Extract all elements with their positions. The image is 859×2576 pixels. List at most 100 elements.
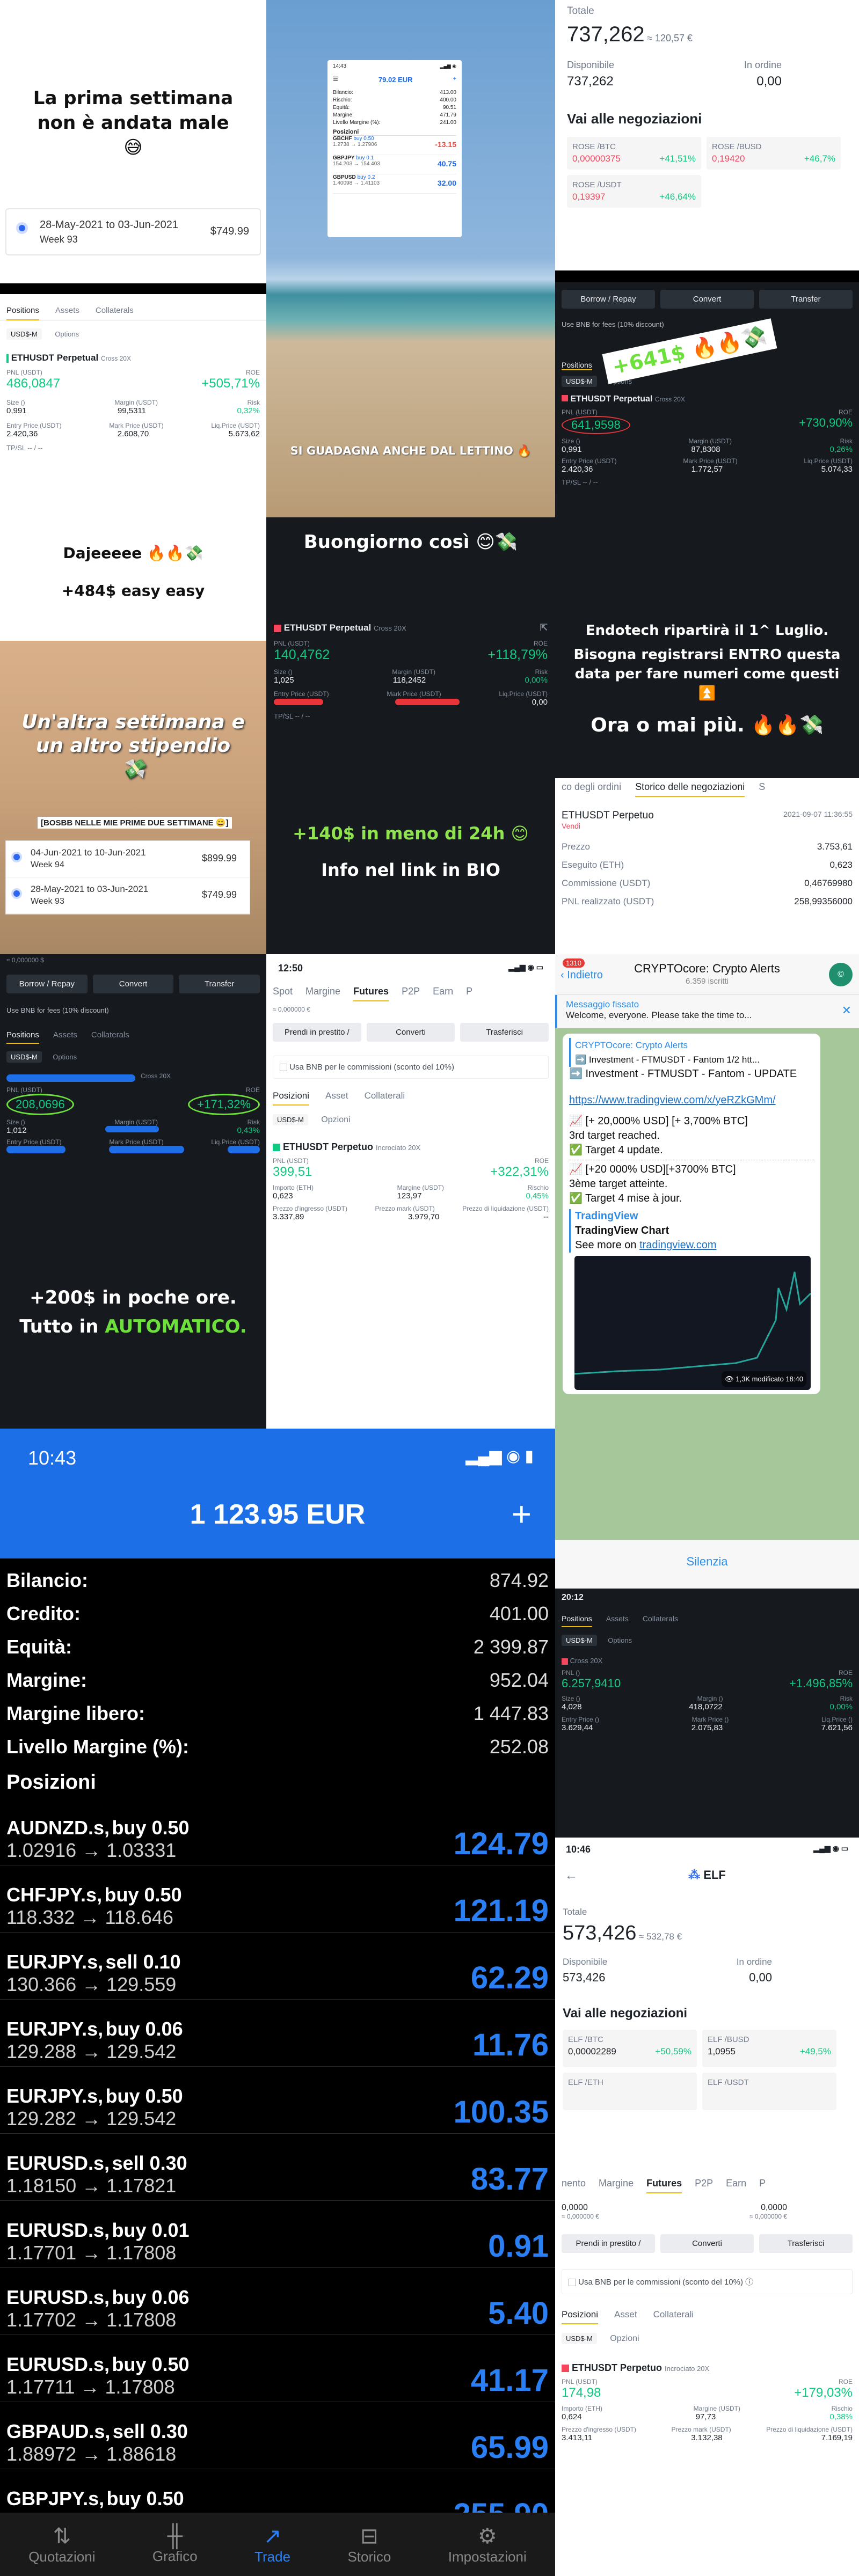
position-row[interactable]: EURUSD.s, buy 0.01 1.17701 → 1.17808 0.91 bbox=[0, 2201, 555, 2268]
detail-row: Prezzo 3.753,61 bbox=[562, 841, 853, 852]
tab-trade-history[interactable]: Storico delle negoziazioni bbox=[635, 781, 745, 797]
nav-history[interactable]: ⊟ Storico bbox=[347, 2524, 391, 2565]
week-range: 28-May-2021 to 03-Jun-2021 bbox=[40, 219, 178, 231]
nav-trade[interactable]: ↗ Trade bbox=[254, 2524, 290, 2565]
hamburger-icon[interactable]: ☰ bbox=[333, 76, 338, 83]
pinned-message[interactable]: Messaggio fissato Welcome, everyone. Ple… bbox=[555, 995, 859, 1028]
week-card[interactable]: 04-Jun-2021 to 10-Jun-2021 Week 94 $899.99 bbox=[6, 841, 250, 877]
position-row[interactable]: GBPUSD buy 0.2 1.40098 → 1.41103 32.00 bbox=[333, 174, 456, 194]
roe: +118,79% bbox=[487, 647, 548, 662]
caption: La prima settimana non è andata male 😅 bbox=[33, 87, 234, 158]
week-card[interactable]: 28-May-2021 to 03-Jun-2021 Week 93 $749.… bbox=[5, 208, 261, 255]
detail-row: PNL realizzato (USDT) 258,99356000 bbox=[562, 896, 853, 906]
balance: 1 123.95 EUR bbox=[190, 1499, 366, 1530]
pnl: 208,0696 bbox=[6, 1094, 74, 1115]
phone-screen: 14:43 ▂▄▆ ◉ ☰ 79.02 EUR + Bilancio: 413.00 Ri… bbox=[327, 60, 462, 237]
tile-beach: 14:43 ▂▄▆ ◉ ☰ 79.02 EUR + Bilancio: 413.00 Ri… bbox=[266, 0, 555, 517]
position-row[interactable]: GBPAUD.s, sell 0.30 1.88972 → 1.88618 65.9… bbox=[0, 2402, 555, 2469]
tile-641: Borrow / Repay Convert Transfer Use BNB … bbox=[555, 282, 859, 553]
roe: +171,32% bbox=[188, 1094, 260, 1115]
mute-button[interactable]: Silenzia bbox=[686, 1555, 727, 1568]
account-row: Margine: 471.79 bbox=[333, 112, 456, 118]
account-row: Livello Margine (%): 252.08 bbox=[6, 1736, 549, 1758]
account-row: Margine libero: 1 447.83 bbox=[6, 1702, 549, 1724]
convert-button[interactable]: Convert bbox=[660, 290, 754, 309]
position-row[interactable]: EURJPY.s, buy 0.50 129.282 → 129.542 100.3… bbox=[0, 2067, 555, 2134]
plus-icon[interactable]: + bbox=[453, 76, 456, 82]
tab-assets[interactable]: Assets bbox=[55, 306, 79, 320]
transfer-button[interactable]: Transfer bbox=[759, 290, 853, 309]
tile-endotech: Endotech ripartirà il 1^ Luglio. Bisogna… bbox=[555, 553, 859, 778]
pair-card[interactable]: ROSE /USDT 0,19397 +46,64% bbox=[567, 175, 701, 208]
radio-icon bbox=[11, 888, 22, 899]
chart-preview bbox=[574, 1271, 812, 1375]
detail-row: Eseguito (ETH) 0,623 bbox=[562, 860, 853, 870]
checkbox[interactable] bbox=[280, 1064, 287, 1072]
account-row: Margine: 952.04 bbox=[6, 1669, 549, 1691]
redaction bbox=[274, 699, 323, 705]
tray-icon: ⊟ bbox=[360, 2524, 378, 2548]
account-row: Livello Margine (%): 241.00 bbox=[333, 120, 456, 126]
candles-icon: ╫ bbox=[167, 2524, 183, 2548]
chart-thumbnail[interactable]: 👁 1,3K modificato 18:40 bbox=[574, 1256, 812, 1390]
checkbox[interactable] bbox=[569, 2279, 576, 2287]
pair-card[interactable]: ELF /BTC 0,00002289 +50,59% bbox=[563, 2030, 697, 2067]
positions-list: GBCHF buy 0.50 1.2738 → 1.27906 -13.15 GBPJ… bbox=[333, 136, 456, 194]
pair-card[interactable]: ROSE /BTC 0,00000375 +41,51% bbox=[567, 137, 701, 170]
position-row[interactable]: AUDNZD.s, buy 0.50 1.02916 → 1.03331 124.7… bbox=[0, 1798, 555, 1865]
tab-futures[interactable]: Futures bbox=[353, 986, 389, 1001]
close-icon[interactable]: ✕ bbox=[842, 1004, 851, 1018]
pair-card[interactable]: ELF /USDT bbox=[702, 2073, 836, 2110]
position-row[interactable]: GBPJPY buy 0.1 154.203 → 154.403 40.75 bbox=[333, 155, 456, 174]
position-row[interactable]: GBCHF buy 0.50 1.2738 → 1.27906 -13.15 bbox=[333, 136, 456, 155]
account-row: Credito: 401.00 bbox=[6, 1602, 549, 1624]
pnl: 6.257,9410 bbox=[562, 1677, 621, 1690]
position-row[interactable]: EURUSD.s, buy 0.06 1.17702 → 1.17808 5.40 bbox=[0, 2268, 555, 2335]
borrow-repay-button[interactable]: Borrow / Repay bbox=[562, 290, 655, 309]
pair-card[interactable]: ELF /BUSD 1,0955 +49,5% bbox=[702, 2030, 836, 2067]
tile-6257: 20:12 Positions Assets Collaterals USD$-M … bbox=[555, 1589, 859, 1838]
tile-buongiorno: Buongiorno così 😊💸 ETHUSDT Perpetual Cro… bbox=[266, 517, 555, 954]
plus-icon[interactable]: + bbox=[512, 1494, 532, 1534]
nav-chart[interactable]: ╫ Grafico bbox=[152, 2524, 198, 2565]
nav-settings[interactable]: ⚙ Impostazioni bbox=[448, 2524, 527, 2565]
tab-collaterals[interactable]: Collaterals bbox=[96, 306, 134, 320]
pnl: 140,4762 bbox=[274, 647, 330, 662]
account-rows: Bilancio: 874.92 Credito: 401.00 Equità: 2 39… bbox=[0, 1558, 555, 1763]
tile-stipendio: Un'altra settimana e un altro stipendio … bbox=[0, 641, 266, 954]
pnl: 399,51 bbox=[273, 1165, 312, 1179]
account-row: Rischio: 400.00 bbox=[333, 97, 456, 103]
position-row[interactable]: EURUSD.s, buy 0.50 1.17711 → 1.17808 41.17 bbox=[0, 2335, 555, 2402]
usdm-pill[interactable]: USD$-M bbox=[6, 328, 42, 340]
caption: +484$ easy easy bbox=[61, 582, 205, 599]
pair-card[interactable]: ELF /ETH bbox=[563, 2073, 697, 2110]
detail-row: Commissione (USDT) 0,46769980 bbox=[562, 878, 853, 888]
account-rows: Bilancio: 413.00 Rischio: 400.00 Equità: 90.5… bbox=[333, 89, 456, 127]
roe: +730,90% bbox=[799, 416, 853, 429]
avatar[interactable]: © bbox=[829, 963, 853, 986]
share-icon[interactable]: ⇱ bbox=[540, 623, 548, 633]
position-row[interactable]: EURUSD.s, sell 0.30 1.18150 → 1.17821 83.7… bbox=[0, 2134, 555, 2201]
radio-icon bbox=[16, 222, 28, 234]
pair-card[interactable]: ROSE /BUSD 0,19420 +46,7% bbox=[707, 137, 841, 170]
tab-positions[interactable]: Positions bbox=[6, 306, 39, 320]
week-card[interactable]: 28-May-2021 to 03-Jun-2021 Week 93 $749.99 bbox=[6, 877, 250, 914]
redaction bbox=[109, 1146, 184, 1153]
redaction bbox=[6, 1146, 65, 1153]
trade-title[interactable]: Vai alle negoziazioni bbox=[567, 111, 847, 127]
total: 737,262 bbox=[567, 23, 645, 46]
positions-list: AUDNZD.s, buy 0.50 1.02916 → 1.03331 124.7… bbox=[0, 1798, 555, 2536]
roe: +322,31% bbox=[490, 1165, 549, 1179]
status-icons: ▂▄▆ ◉ ▭ bbox=[508, 963, 543, 971]
link[interactable]: https://www.tradingview.com/x/yeRZkGMm/ bbox=[569, 1093, 814, 1108]
balance: 79.02 EUR bbox=[378, 76, 413, 84]
tile-rose-wallet: Totale 737,262 ≈ 120,57 € Disponibile In … bbox=[555, 0, 859, 270]
position-row[interactable]: EURJPY.s, sell 0.10 130.366 → 129.559 62.2… bbox=[0, 1933, 555, 2000]
position-row[interactable]: EURJPY.s, buy 0.06 129.288 → 129.542 11.76 bbox=[0, 2000, 555, 2067]
position-row[interactable]: CHFJPY.s, buy 0.50 118.332 → 118.646 121.1… bbox=[0, 1865, 555, 1933]
redaction bbox=[6, 1074, 135, 1082]
nav-quotes[interactable]: ⇅ Quotazioni bbox=[28, 2524, 95, 2565]
caption: Dajeeeee 🔥🔥💸 bbox=[63, 544, 203, 562]
tile-futures-399: 12:50 ▂▄▆ ◉ ▭ Spot Margine Futures P2P Earn… bbox=[266, 954, 555, 1429]
bottom-nav: ⇅ Quotazioni ╫ Grafico ↗ Trade ⊟ Storico ⚙ Im… bbox=[0, 2513, 555, 2576]
